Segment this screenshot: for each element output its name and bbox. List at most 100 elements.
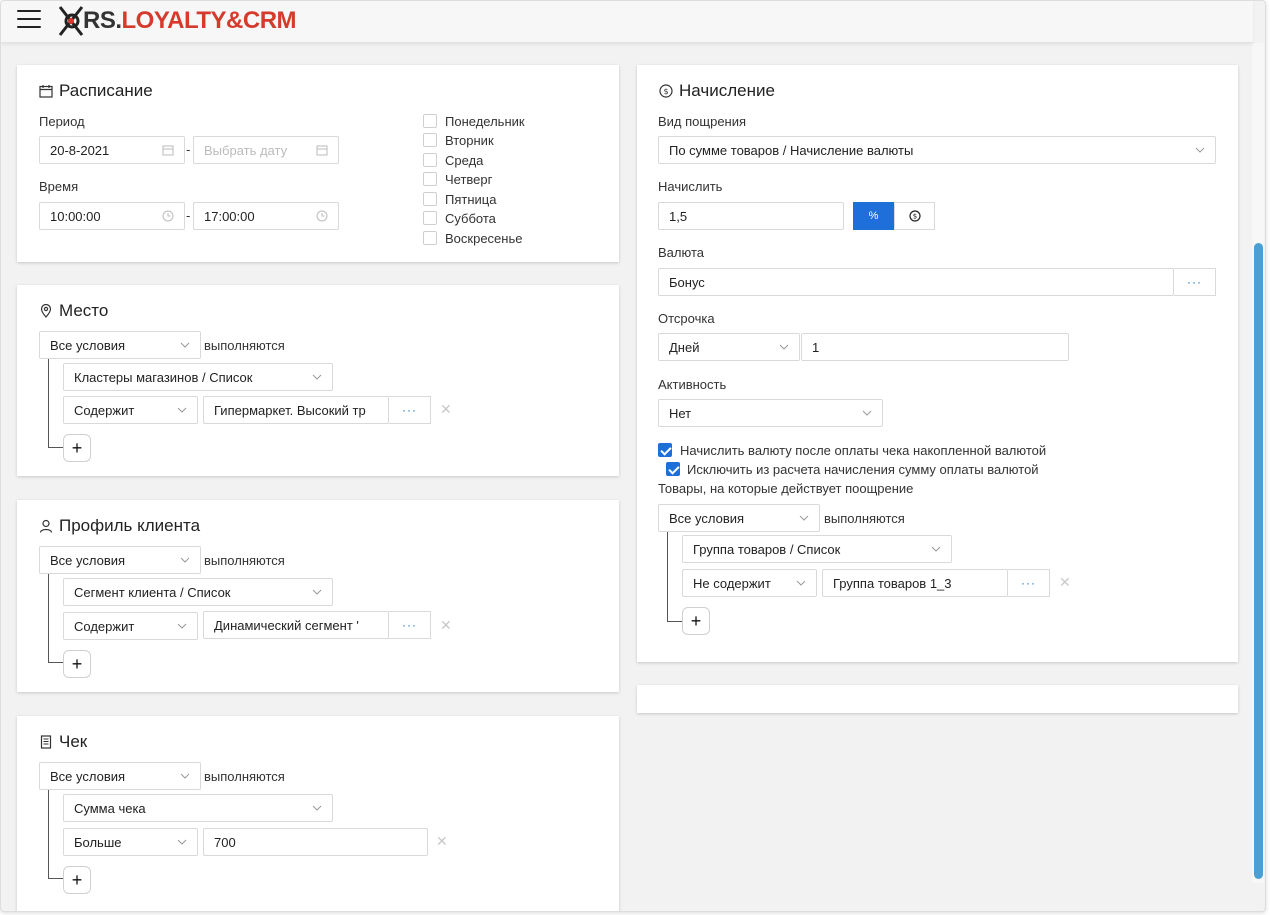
tree-connector bbox=[48, 359, 49, 448]
clock-icon bbox=[316, 210, 328, 222]
check-operator-select[interactable]: Больше bbox=[63, 828, 198, 856]
scrollbar[interactable] bbox=[1252, 43, 1264, 883]
calendar-icon bbox=[39, 85, 53, 98]
exclude-currency-payment-checkbox[interactable] bbox=[666, 462, 680, 476]
place-remove-condition-icon[interactable]: ✕ bbox=[440, 401, 452, 418]
client-profile-card: Профиль клиента Все условия выполняются … bbox=[17, 500, 619, 692]
delay-value-input[interactable]: 1 bbox=[801, 333, 1069, 361]
profile-remove-condition-icon[interactable]: ✕ bbox=[440, 617, 452, 634]
chevron-down-icon bbox=[180, 557, 190, 563]
tree-connector bbox=[667, 532, 668, 622]
profile-operator-select[interactable]: Содержит bbox=[63, 612, 198, 640]
top-bar: RS.LOYALTY&CRM bbox=[1, 1, 1253, 43]
user-icon bbox=[39, 519, 53, 533]
chevron-down-icon bbox=[177, 407, 187, 413]
place-attribute-select[interactable]: Кластеры магазинов / Список bbox=[63, 363, 333, 391]
activity-select[interactable]: Нет bbox=[658, 399, 883, 427]
schedule-card: Расписание Период 20-8-2021 - Выбрать да… bbox=[17, 65, 619, 262]
tree-connector bbox=[48, 447, 63, 448]
check-value-input[interactable]: 700 bbox=[203, 828, 428, 856]
svg-text:$: $ bbox=[912, 213, 916, 221]
goods-attribute-select[interactable]: Группа товаров / Список bbox=[682, 535, 952, 563]
day-checkbox-monday[interactable] bbox=[423, 114, 437, 128]
clock-icon bbox=[162, 210, 174, 222]
day-checkbox-wednesday[interactable] bbox=[423, 153, 437, 167]
chevron-down-icon bbox=[931, 546, 941, 552]
scrollbar-thumb[interactable] bbox=[1254, 243, 1263, 879]
chevron-down-icon bbox=[312, 805, 322, 811]
receipt-icon bbox=[40, 735, 52, 749]
app-window: RS.LOYALTY&CRM Расписание Период 20-8-20… bbox=[0, 0, 1266, 912]
check-remove-condition-icon[interactable]: ✕ bbox=[436, 833, 448, 850]
place-operator-select[interactable]: Содержит bbox=[63, 396, 198, 424]
hamburger-menu-icon[interactable] bbox=[17, 10, 41, 30]
place-conditions-suffix: выполняются bbox=[204, 338, 285, 353]
currency-picker-button[interactable]: ··· bbox=[1174, 268, 1216, 296]
logo-mark-icon bbox=[58, 6, 84, 36]
tree-connector bbox=[48, 878, 63, 879]
svg-text:$: $ bbox=[663, 87, 668, 96]
goods-value-picker-button[interactable]: ··· bbox=[1008, 569, 1050, 597]
calendar-icon bbox=[162, 145, 174, 156]
place-value-picker-button[interactable]: ··· bbox=[389, 396, 431, 424]
place-add-condition-button[interactable]: + bbox=[63, 434, 91, 462]
day-label-friday: Пятница bbox=[445, 192, 497, 207]
dollar-coin-icon: $ bbox=[908, 210, 921, 222]
client-profile-title: Профиль клиента bbox=[39, 516, 200, 536]
tree-connector bbox=[48, 574, 49, 663]
check-attribute-select[interactable]: Сумма чека bbox=[63, 794, 333, 822]
day-checkbox-tuesday[interactable] bbox=[423, 133, 437, 147]
day-checkbox-sunday[interactable] bbox=[423, 231, 437, 245]
currency-input[interactable]: Бонус bbox=[658, 268, 1174, 296]
check-conditions-select[interactable]: Все условия bbox=[39, 762, 201, 790]
day-checkbox-thursday[interactable] bbox=[423, 172, 437, 186]
dollar-coin-icon: $ bbox=[659, 84, 673, 98]
check-conditions-suffix: выполняются bbox=[204, 769, 285, 784]
goods-value-input[interactable]: Группа товаров 1_3 bbox=[822, 569, 1008, 597]
check-add-condition-button[interactable]: + bbox=[63, 866, 91, 894]
percent-toggle-button[interactable]: % bbox=[853, 202, 894, 230]
day-label-sunday: Воскресенье bbox=[445, 231, 523, 246]
place-value-input[interactable]: Гипермаркет. Высокий тр bbox=[203, 396, 389, 424]
accrue-value-input[interactable]: 1,5 bbox=[658, 202, 844, 230]
reward-type-select[interactable]: По сумме товаров / Начисление валюты bbox=[658, 136, 1216, 164]
chevron-down-icon bbox=[1195, 147, 1205, 153]
time-to-input[interactable]: 17:00:00 bbox=[193, 202, 339, 230]
profile-conditions-suffix: выполняются bbox=[204, 553, 285, 568]
accrue-after-payment-checkbox[interactable] bbox=[658, 443, 672, 457]
profile-value-picker-button[interactable]: ··· bbox=[389, 611, 431, 639]
day-label-saturday: Суббота bbox=[445, 211, 496, 226]
time-from-input[interactable]: 10:00:00 bbox=[39, 202, 185, 230]
delay-label: Отсрочка bbox=[658, 311, 715, 326]
day-checkbox-friday[interactable] bbox=[423, 192, 437, 206]
accrual-card: $ Начисление Вид пощрения По сумме товар… bbox=[637, 65, 1238, 662]
profile-conditions-select[interactable]: Все условия bbox=[39, 546, 201, 574]
tree-connector bbox=[48, 790, 49, 879]
goods-conditions-select[interactable]: Все условия bbox=[658, 504, 820, 532]
date-from-input[interactable]: 20-8-2021 bbox=[39, 136, 185, 164]
accrue-unit-toggle: % $ bbox=[853, 202, 935, 230]
accrual-title: $ Начисление bbox=[659, 81, 775, 101]
date-to-input[interactable]: Выбрать дату bbox=[193, 136, 339, 164]
chevron-down-icon bbox=[799, 515, 809, 521]
day-checkbox-saturday[interactable] bbox=[423, 211, 437, 225]
date-separator: - bbox=[186, 142, 191, 157]
currency-toggle-button[interactable]: $ bbox=[894, 202, 935, 230]
accrue-after-payment-label: Начислить валюту после оплаты чека накоп… bbox=[680, 443, 1047, 458]
time-label: Время bbox=[39, 179, 79, 194]
goods-remove-condition-icon[interactable]: ✕ bbox=[1059, 574, 1071, 591]
profile-attribute-select[interactable]: Сегмент клиента / Список bbox=[63, 578, 333, 606]
logo-text: RS.LOYALTY&CRM bbox=[83, 7, 297, 34]
place-conditions-select[interactable]: Все условия bbox=[39, 331, 201, 359]
delay-unit-select[interactable]: Дней bbox=[658, 333, 800, 361]
logo[interactable]: RS.LOYALTY&CRM bbox=[57, 3, 297, 39]
profile-value-input[interactable]: Динамический сегмент ' bbox=[203, 611, 389, 639]
profile-add-condition-button[interactable]: + bbox=[63, 650, 91, 678]
day-label-thursday: Четверг bbox=[445, 172, 493, 187]
goods-add-condition-button[interactable]: + bbox=[682, 607, 710, 635]
goods-operator-select[interactable]: Не содержит bbox=[682, 569, 817, 597]
period-label: Период bbox=[39, 114, 85, 129]
time-separator: - bbox=[186, 208, 191, 223]
schedule-title: Расписание bbox=[39, 81, 153, 101]
chevron-down-icon bbox=[779, 344, 789, 350]
